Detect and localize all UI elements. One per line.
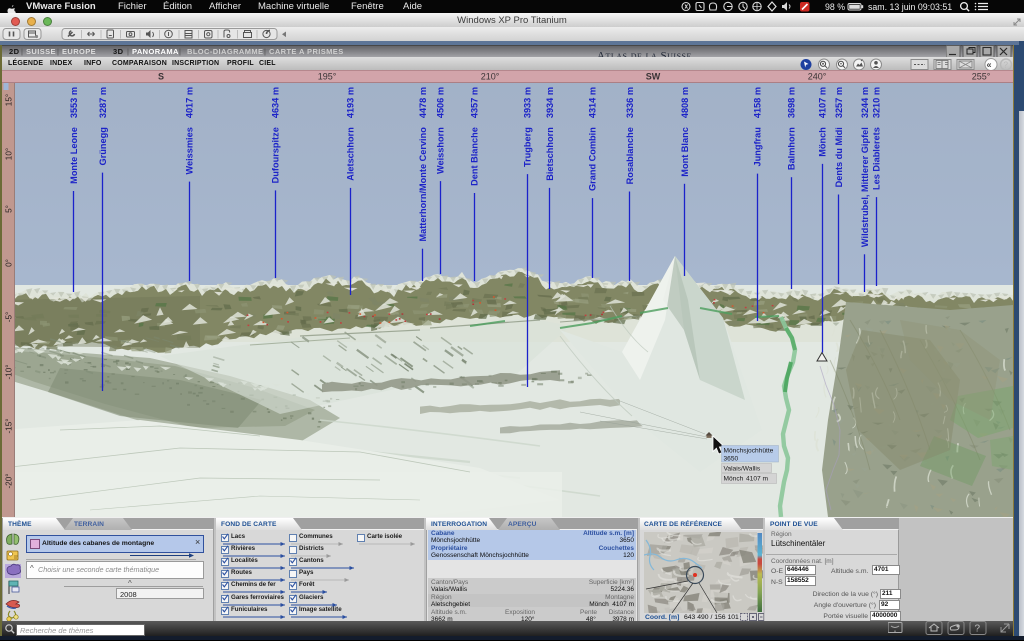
svg-text:Bietschhorn3934 m: Bietschhorn3934 m xyxy=(545,87,555,181)
svg-text:Grand Combin4314 m: Grand Combin4314 m xyxy=(588,87,598,191)
svg-text:Rosablanche3336 m: Rosablanche3336 m xyxy=(625,87,635,184)
svg-text:5°: 5° xyxy=(4,205,13,213)
svg-text:Weissmies4017 m: Weissmies4017 m xyxy=(185,87,195,175)
svg-text:Les Diablerets3210 m: Les Diablerets3210 m xyxy=(872,87,882,190)
svg-text:240°: 240° xyxy=(808,72,827,82)
svg-text:Mont Blanc4808 m: Mont Blanc4808 m xyxy=(680,87,690,177)
svg-text:Dufourspitze4634 m: Dufourspitze4634 m xyxy=(271,87,281,183)
svg-text:10°: 10° xyxy=(4,148,13,160)
svg-text:-10°: -10° xyxy=(4,364,13,379)
svg-text:4107 m: 4107 m xyxy=(746,476,769,483)
svg-text:Dent Blanche4357 m: Dent Blanche4357 m xyxy=(470,87,480,186)
svg-text:255°: 255° xyxy=(972,72,991,82)
svg-text:3650: 3650 xyxy=(724,455,739,462)
svg-text:Dents du Midi3257 m: Dents du Midi3257 m xyxy=(834,87,844,187)
svg-text:210°: 210° xyxy=(481,72,500,82)
svg-text:Valais/Wallis: Valais/Wallis xyxy=(724,465,761,472)
svg-text:Monte Leone3553 m: Monte Leone3553 m xyxy=(69,87,79,184)
svg-text:?: ? xyxy=(975,624,981,635)
svg-text:Mönchsjochhütte: Mönchsjochhütte xyxy=(724,448,774,455)
svg-text:0°: 0° xyxy=(4,259,13,267)
svg-text:-20°: -20° xyxy=(4,473,13,488)
svg-text:S: S xyxy=(158,72,164,82)
svg-text:sam. 13 juin 09:03:51: sam. 13 juin 09:03:51 xyxy=(868,2,952,12)
svg-text:98 %: 98 % xyxy=(825,2,845,12)
svg-text:Weisshorn4506 m: Weisshorn4506 m xyxy=(436,87,446,174)
svg-text:«: « xyxy=(987,60,992,70)
svg-text:Matterhorn/Monte Cervino4478 m: Matterhorn/Monte Cervino4478 m xyxy=(418,87,428,242)
svg-text:Aletschhorn4193 m: Aletschhorn4193 m xyxy=(346,87,356,181)
svg-text:Mönch: Mönch xyxy=(724,476,744,483)
svg-text:SW: SW xyxy=(646,72,661,82)
svg-text:Balmhorn3698 m: Balmhorn3698 m xyxy=(787,87,797,170)
svg-text:Wildstrubel, Mittlerer Gipfel3: Wildstrubel, Mittlerer Gipfel3244 m xyxy=(860,87,870,247)
svg-text:195°: 195° xyxy=(318,72,337,82)
svg-text:15°: 15° xyxy=(4,94,13,106)
svg-text:-15°: -15° xyxy=(4,418,13,433)
svg-text:?: ? xyxy=(1004,61,1009,70)
svg-text:-5°: -5° xyxy=(4,312,13,323)
